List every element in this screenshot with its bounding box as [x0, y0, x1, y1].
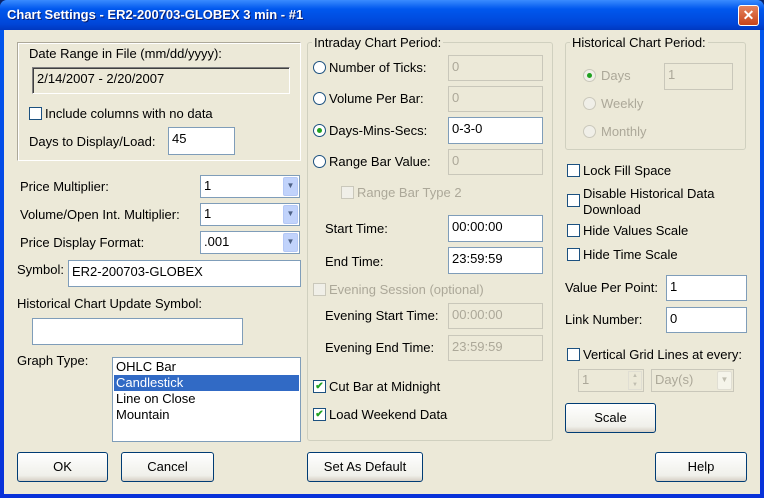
chevron-down-icon: ▼	[283, 233, 298, 252]
range-radio[interactable]	[313, 155, 326, 168]
price-format-select[interactable]: .001 ▼	[200, 231, 300, 254]
title-bar: Chart Settings - ER2-200703-GLOBEX 3 min…	[0, 0, 764, 30]
date-range-field: 2/14/2007 - 2/20/2007	[32, 67, 290, 94]
symbol-input[interactable]: ER2-200703-GLOBEX	[68, 260, 301, 287]
monthly-label: Monthly	[601, 124, 647, 139]
price-format-value: .001	[204, 234, 230, 249]
vgrid-unit-value: Day(s)	[655, 372, 694, 387]
days-label: Days	[601, 68, 631, 83]
vgrid-unit-select[interactable]: Day(s) ▼	[651, 369, 734, 392]
hist-update-input[interactable]	[32, 318, 243, 345]
price-multiplier-value: 1	[204, 178, 212, 193]
range-type2-checkbox[interactable]	[341, 186, 354, 199]
dms-radio[interactable]	[313, 124, 326, 137]
end-time-label: End Time:	[325, 254, 384, 269]
volume-radio[interactable]	[313, 92, 326, 105]
hide-time-checkbox[interactable]	[567, 248, 580, 261]
intraday-title: Intraday Chart Period:	[312, 35, 444, 50]
vgrid-label: Vertical Grid Lines at every:	[583, 347, 742, 362]
dms-input[interactable]: 0-3-0	[448, 117, 543, 144]
volume-multiplier-select[interactable]: 1 ▼	[200, 203, 300, 226]
list-item[interactable]: Candlestick	[114, 375, 299, 391]
dms-label: Days-Mins-Secs:	[329, 123, 428, 138]
end-time-input[interactable]: 23:59:59	[448, 247, 543, 274]
ticks-input[interactable]: 0	[448, 55, 543, 81]
cut-bar-label: Cut Bar at Midnight	[329, 379, 441, 394]
days-display-label: Days to Display/Load:	[29, 134, 156, 149]
scale-button[interactable]: Scale	[565, 403, 656, 433]
volume-input[interactable]: 0	[448, 86, 543, 112]
days-display-input[interactable]: 45	[168, 127, 235, 155]
evening-checkbox[interactable]	[313, 283, 326, 296]
spinner-arrows-icon[interactable]: ▲ ▼	[628, 371, 642, 390]
disable-hist-checkbox[interactable]	[567, 194, 580, 207]
set-default-button[interactable]: Set As Default	[307, 452, 423, 482]
eve-end-label: Evening End Time:	[325, 340, 435, 355]
evening-label: Evening Session (optional)	[329, 282, 484, 297]
price-format-label: Price Display Format:	[20, 235, 145, 250]
graph-type-label: Graph Type:	[17, 353, 89, 368]
weekly-radio[interactable]	[583, 97, 596, 110]
monthly-radio[interactable]	[583, 125, 596, 138]
start-time-input[interactable]: 00:00:00	[448, 215, 543, 242]
include-empty-checkbox[interactable]	[29, 107, 42, 120]
link-number-input[interactable]: 0	[666, 307, 747, 333]
chevron-down-icon: ▼	[283, 177, 298, 196]
weekly-label: Weekly	[601, 96, 644, 111]
hist-update-label: Historical Chart Update Symbol:	[17, 296, 202, 311]
hide-values-label: Hide Values Scale	[583, 223, 689, 238]
range-type2-label: Range Bar Type 2	[357, 185, 462, 200]
date-range-label: Date Range in File (mm/dd/yyyy):	[29, 46, 222, 61]
historical-title: Historical Chart Period:	[570, 35, 708, 50]
start-time-label: Start Time:	[325, 221, 388, 236]
range-input[interactable]: 0	[448, 149, 543, 175]
chevron-down-icon: ▼	[717, 371, 732, 390]
cut-bar-checkbox[interactable]: ✔	[313, 380, 326, 393]
list-item[interactable]: Mountain	[114, 407, 299, 423]
dialog-body: Date Range in File (mm/dd/yyyy): 2/14/20…	[4, 30, 760, 494]
graph-type-list[interactable]: OHLC Bar Candlestick Line on Close Mount…	[112, 357, 301, 442]
value-per-point-input[interactable]: 1	[666, 275, 747, 301]
price-multiplier-select[interactable]: 1 ▼	[200, 175, 300, 198]
volume-label: Volume Per Bar:	[329, 91, 424, 106]
cancel-button[interactable]: Cancel	[121, 452, 214, 482]
symbol-label: Symbol:	[17, 262, 64, 277]
list-item[interactable]: OHLC Bar	[114, 359, 299, 375]
disable-hist-label: Disable Historical Data Download	[583, 186, 715, 217]
eve-end-input[interactable]: 23:59:59	[448, 335, 543, 361]
eve-start-input[interactable]: 00:00:00	[448, 303, 543, 329]
load-weekend-label: Load Weekend Data	[329, 407, 448, 422]
volume-multiplier-value: 1	[204, 206, 212, 221]
window-title: Chart Settings - ER2-200703-GLOBEX 3 min…	[7, 7, 304, 22]
load-weekend-checkbox[interactable]: ✔	[313, 408, 326, 421]
link-number-label: Link Number:	[565, 312, 643, 327]
list-item[interactable]: Line on Close	[114, 391, 299, 407]
include-empty-label: Include columns with no data	[45, 106, 213, 121]
ticks-radio[interactable]	[313, 61, 326, 74]
help-button[interactable]: Help	[655, 452, 747, 482]
vgrid-value: 1	[582, 372, 590, 387]
value-per-point-label: Value Per Point:	[565, 280, 658, 295]
close-button[interactable]: ✕	[738, 5, 759, 26]
range-label: Range Bar Value:	[329, 154, 431, 169]
ticks-label: Number of Ticks:	[329, 60, 427, 75]
price-multiplier-label: Price Multiplier:	[20, 179, 109, 194]
hide-values-checkbox[interactable]	[567, 224, 580, 237]
lock-fill-label: Lock Fill Space	[583, 163, 672, 178]
ok-button[interactable]: OK	[17, 452, 108, 482]
volume-multiplier-label: Volume/Open Int. Multiplier:	[20, 207, 180, 222]
vgrid-checkbox[interactable]	[567, 348, 580, 361]
days-radio[interactable]	[583, 69, 596, 82]
days-input[interactable]: 1	[664, 63, 733, 90]
eve-start-label: Evening Start Time:	[325, 308, 439, 323]
hide-time-label: Hide Time Scale	[583, 247, 678, 262]
lock-fill-checkbox[interactable]	[567, 164, 580, 177]
chevron-down-icon: ▼	[283, 205, 298, 224]
vgrid-spinner[interactable]: 1 ▲ ▼	[578, 369, 644, 392]
